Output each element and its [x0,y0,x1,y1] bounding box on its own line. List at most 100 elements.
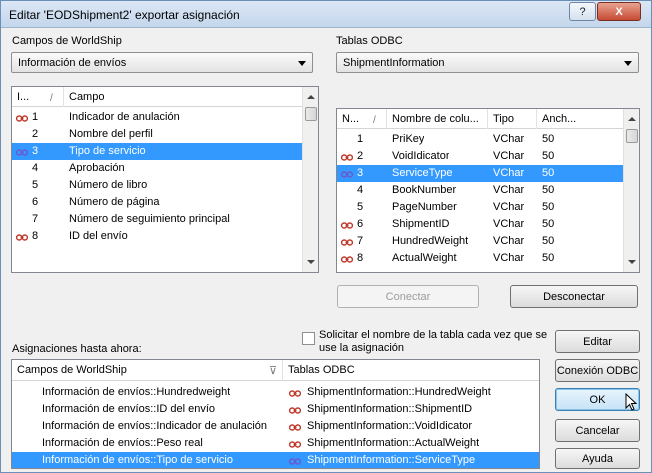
title-bar[interactable]: Editar 'EODShipment2' exportar asignació… [1,1,651,28]
col-header-width[interactable]: Anch... [537,109,623,129]
mapping-row[interactable]: Información de envíos::Peso real Shipment… [12,435,539,452]
column-number: 7 [357,235,364,247]
field-name: Aprobación [69,162,125,174]
close-title-button[interactable]: X [597,2,641,21]
field-index: 8 [32,230,39,242]
column-width: 50 [542,167,555,179]
help-button[interactable]: Ayuda [555,448,640,469]
field-name: Indicador de anulación [69,111,180,123]
link-icon [340,152,354,161]
link-icon [15,147,29,156]
column-type: VChar [493,133,525,145]
chevron-down-icon [624,61,632,66]
sort-indicator-icon: / [373,115,376,126]
mapping-worldship-field: Información de envíos::Peso real [42,437,203,449]
scroll-down-arrow-icon[interactable] [624,254,639,270]
prompt-table-name-checkbox[interactable] [302,332,315,345]
column-number: 4 [357,184,364,196]
worldship-field-row[interactable]: 6 Número de página [12,194,302,211]
edit-button[interactable]: Editar [555,330,640,353]
column-type: VChar [493,150,525,162]
worldship-fields-list[interactable]: I... / Campo 1 Indicador de anulación 2 Nom… [11,86,319,273]
cancel-button[interactable]: Cancelar [555,419,640,442]
odbc-column-row[interactable]: 8 ActualWeight VChar 50 [337,250,623,267]
mapping-worldship-field: Información de envíos::Hundredweight [42,386,231,398]
column-name: ActualWeight [392,252,457,264]
mappings-list[interactable]: Campos de WorldShip ⊽ Tablas ODBC Inform… [11,359,540,469]
link-icon [340,169,354,178]
odbc-columns-list[interactable]: N... / Nombre de colu... Tipo Anch... 1 P… [336,108,640,273]
mapping-row[interactable]: Información de envíos::Indicador de anul… [12,418,539,435]
prompt-table-name-label-line1: Solicitar el nombre de la tabla cada vez… [319,329,548,341]
mapping-worldship-field: Información de envíos::Tipo de servicio [42,454,233,466]
col-header-index[interactable]: I... [12,87,64,107]
col-header-odbc-tables[interactable]: Tablas ODBC [283,360,539,381]
connect-button[interactable]: Conectar [337,285,479,308]
odbc-columns-scrollbar[interactable] [623,109,639,272]
odbc-connection-button[interactable]: Conexión ODBC [555,359,640,382]
worldship-field-row[interactable]: 4 Aprobación [12,160,302,177]
field-name: ID del envío [69,230,128,242]
worldship-field-row[interactable]: 2 Nombre del perfil [12,126,302,143]
column-type: VChar [493,184,525,196]
scroll-thumb[interactable] [626,129,638,143]
mapping-odbc-column: ShipmentInformation::ServiceType [307,454,476,466]
col-header-column-name[interactable]: Nombre de colu... [387,109,488,129]
worldship-fields-scrollbar[interactable] [302,87,318,272]
worldship-category-select[interactable]: Información de envíos [11,52,313,73]
column-type: VChar [493,252,525,264]
column-number: 5 [357,201,364,213]
column-name: VoidIdicator [392,150,450,162]
scroll-thumb[interactable] [305,107,317,121]
column-number: 6 [357,218,364,230]
column-number: 1 [357,133,364,145]
odbc-column-row[interactable]: 7 HundredWeight VChar 50 [337,233,623,250]
mapping-odbc-column: ShipmentInformation::ShipmentID [307,403,473,415]
disconnect-button[interactable]: Desconectar [510,285,638,308]
odbc-column-row[interactable]: 5 PageNumber VChar 50 [337,199,623,216]
column-width: 50 [542,133,555,145]
col-header-worldship-fields[interactable]: Campos de WorldShip [12,360,283,381]
worldship-field-row[interactable]: 1 Indicador de anulación [12,109,302,126]
question-icon: ? [579,5,586,18]
worldship-field-row[interactable]: 7 Número de seguimiento principal [12,211,302,228]
mapping-row[interactable]: Información de envíos::ID del envío Shipm… [12,401,539,418]
odbc-tables-label: Tablas ODBC [336,35,403,47]
mapping-odbc-column: ShipmentInformation::HundredWeight [307,386,491,398]
mouse-cursor-icon [625,393,638,411]
column-number: 2 [357,150,364,162]
link-icon [288,388,302,397]
worldship-field-row[interactable]: 3 Tipo de servicio [12,143,302,160]
odbc-column-row[interactable]: 1 PriKey VChar 50 [337,131,623,148]
worldship-field-row[interactable]: 8 ID del envío [12,228,302,245]
worldship-field-row[interactable]: 5 Número de libro [12,177,302,194]
link-icon [288,422,302,431]
column-number: 3 [357,167,364,179]
window-title: Editar 'EODShipment2' exportar asignació… [9,8,240,22]
worldship-fields-label: Campos de WorldShip [12,35,122,47]
mapping-worldship-field: Información de envíos::ID del envío [42,403,216,415]
help-title-button[interactable]: ? [569,2,596,21]
odbc-column-row[interactable]: 2 VoidIdicator VChar 50 [337,148,623,165]
odbc-column-row[interactable]: 6 ShipmentID VChar 50 [337,216,623,233]
mapping-row[interactable]: Información de envíos::Tipo de servicio S… [12,452,539,468]
odbc-column-row[interactable]: 3 ServiceType VChar 50 [337,165,623,182]
column-type: VChar [493,218,525,230]
column-width: 50 [542,201,555,213]
link-icon [340,237,354,246]
column-name: BookNumber [392,184,457,196]
field-name: Tipo de servicio [69,145,146,157]
column-type: VChar [493,201,525,213]
mapping-odbc-column: ShipmentInformation::VoidIdicator [307,420,473,432]
odbc-column-row[interactable]: 4 BookNumber VChar 50 [337,182,623,199]
col-header-type[interactable]: Tipo [488,109,537,129]
odbc-table-select[interactable]: ShipmentInformation [336,52,639,73]
mapping-row[interactable]: Información de envíos::Hundredweight Ship… [12,384,539,401]
field-name: Número de libro [69,179,148,191]
col-header-number[interactable]: N... [337,109,387,129]
col-header-campo[interactable]: Campo [64,87,302,107]
mapping-odbc-column: ShipmentInformation::ActualWeight [307,437,480,449]
scroll-up-arrow-icon[interactable] [303,89,318,105]
scroll-down-arrow-icon[interactable] [303,254,318,270]
scroll-up-arrow-icon[interactable] [624,111,639,127]
